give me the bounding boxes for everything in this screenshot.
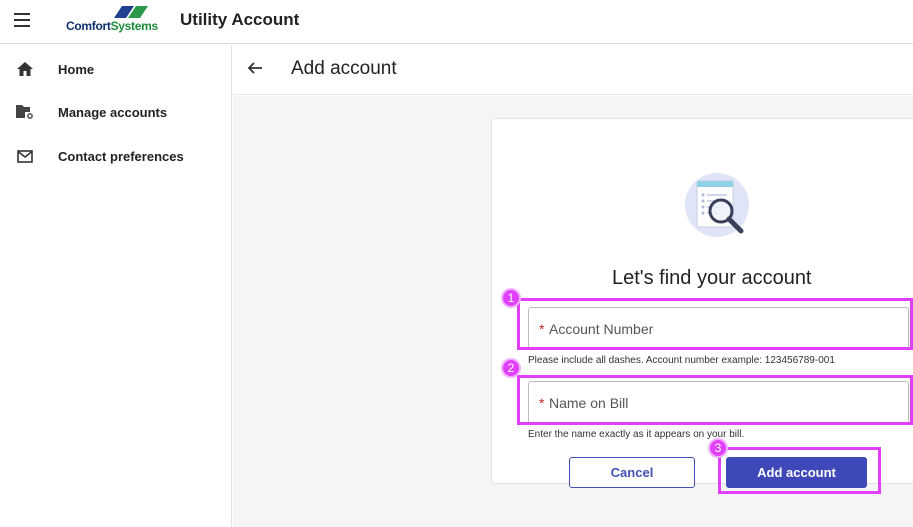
annotation-badge-3: 3 bbox=[708, 438, 728, 458]
name-on-bill-hint: Enter the name exactly as it appears on … bbox=[528, 429, 745, 440]
page-title: Add account bbox=[291, 58, 397, 79]
top-bar: ComfortSystems Utility Account bbox=[0, 0, 913, 44]
name-on-bill-input[interactable] bbox=[549, 384, 904, 421]
main-content: Let's find your account * Please include… bbox=[233, 96, 913, 527]
brand-logo[interactable]: ComfortSystems bbox=[66, 6, 170, 36]
sidebar: Home Manage accounts Contact preferences bbox=[0, 45, 232, 527]
account-number-input[interactable] bbox=[549, 310, 904, 347]
name-on-bill-field: * bbox=[528, 381, 909, 424]
home-icon bbox=[15, 59, 35, 79]
annotation-badge-2: 2 bbox=[501, 358, 521, 378]
required-marker: * bbox=[539, 395, 545, 411]
add-account-card: Let's find your account * Please include… bbox=[491, 118, 913, 488]
sidebar-item-label: Manage accounts bbox=[58, 104, 168, 120]
page-header: Add account bbox=[233, 45, 913, 95]
required-marker: * bbox=[539, 321, 545, 337]
card-heading: Let's find your account bbox=[612, 267, 812, 289]
document-search-icon bbox=[685, 173, 749, 237]
sidebar-item-contact-preferences[interactable]: Contact preferences bbox=[0, 136, 232, 176]
account-number-field: * bbox=[528, 307, 909, 350]
add-account-button[interactable]: Add account bbox=[726, 457, 867, 488]
sidebar-item-manage-accounts[interactable]: Manage accounts bbox=[0, 92, 232, 132]
menu-icon[interactable] bbox=[14, 13, 30, 27]
cancel-button[interactable]: Cancel bbox=[569, 457, 695, 488]
brand-wordmark: ComfortSystems bbox=[66, 19, 158, 33]
folder-gear-icon bbox=[15, 102, 35, 122]
brand-logo-mark bbox=[114, 6, 148, 18]
annotation-badge-1: 1 bbox=[501, 288, 521, 308]
app-title: Utility Account bbox=[180, 10, 300, 29]
mail-icon bbox=[15, 146, 35, 166]
account-number-hint: Please include all dashes. Account numbe… bbox=[528, 355, 835, 366]
sidebar-item-home[interactable]: Home bbox=[0, 49, 232, 89]
sidebar-item-label: Contact preferences bbox=[58, 148, 184, 164]
sidebar-item-label: Home bbox=[58, 61, 95, 77]
back-arrow-icon[interactable] bbox=[247, 60, 267, 80]
